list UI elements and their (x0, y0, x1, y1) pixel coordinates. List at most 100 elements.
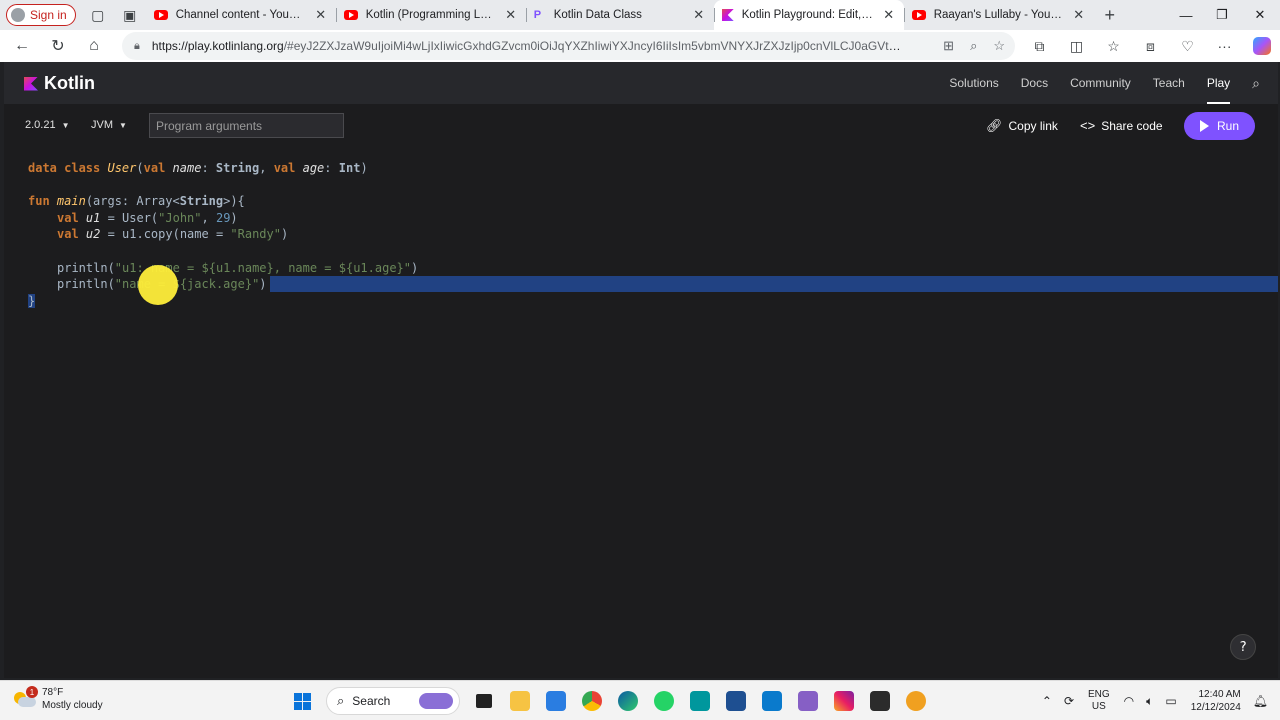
back-icon[interactable]: ← (4, 30, 40, 62)
close-window-icon[interactable]: ✕ (1242, 0, 1278, 30)
platform-value: JVM (91, 119, 113, 131)
clock-date: 12/12/2024 (1190, 702, 1241, 713)
vscode-icon[interactable] (754, 681, 790, 720)
code-line-4: val u1 = User("John", 29) (57, 210, 238, 226)
collections-icon[interactable]: ⧈ (1132, 30, 1169, 62)
variable-name: u2 (85, 227, 101, 241)
tab-youtube-studio[interactable]: Channel content - YouTube Stu ✕ (146, 0, 336, 30)
tab-kotlin-playground[interactable]: Kotlin Playground: Edit, Run, Sh ✕ (713, 0, 904, 30)
run-label: Run (1216, 119, 1239, 133)
code-line-3: fun main(args: Array<String>){ (28, 193, 245, 209)
p-icon: P (533, 9, 542, 21)
microsoft-store-icon[interactable] (538, 681, 574, 720)
version-dropdown[interactable]: 2.0.21 ▼ (25, 119, 70, 131)
favorite-star-icon[interactable]: ☆ (993, 38, 1005, 54)
keyword: fun (28, 194, 57, 208)
tab-kotlin-data-class[interactable]: P Kotlin Data Class ✕ (525, 0, 714, 30)
nav-teach[interactable]: Teach (1153, 62, 1185, 104)
arduino-icon[interactable] (682, 681, 718, 720)
restore-icon[interactable]: ❐ (1204, 0, 1240, 30)
zoom-icon[interactable]: ⌕ (970, 38, 977, 54)
system-tray: ⌃ ⟳ ENG US ◠ 🔈︎ ▭ 12:40 AM 12/12/2024 🔔︎ (1036, 681, 1280, 720)
copy-link-button[interactable]: 🔗︎ Copy link (986, 118, 1058, 134)
share-code-button[interactable]: <> Share code (1080, 118, 1163, 133)
search-icon: ⌕ (337, 693, 345, 708)
app-available-icon[interactable]: ⊞ (943, 38, 954, 54)
program-arguments-input[interactable] (149, 113, 344, 138)
punct: , (201, 211, 216, 225)
close-tab-icon[interactable]: ✕ (882, 7, 896, 23)
nav-community[interactable]: Community (1070, 62, 1131, 104)
address-bar[interactable]: 🔒︎ https://play.kotlinlang.org/#eyJ2ZXJz… (122, 32, 1015, 60)
playground-controls: 2.0.21 ▼ JVM ▼ 🔗︎ Copy link <> Share cod… (4, 104, 1278, 148)
task-view-icon[interactable] (466, 681, 502, 720)
close-tab-icon[interactable]: ✕ (504, 7, 518, 23)
kotlin-icon (721, 9, 734, 21)
close-tab-icon[interactable]: ✕ (314, 7, 328, 23)
browser-essentials-icon[interactable]: ♡ (1169, 30, 1206, 62)
punct: ( (136, 161, 144, 175)
help-button[interactable]: ? (1230, 634, 1256, 660)
nav-solutions[interactable]: Solutions (949, 62, 998, 104)
whatsapp-icon[interactable] (646, 681, 682, 720)
clock-time: 12:40 AM (1198, 689, 1241, 700)
tab-strip: Sign in ▢ ▣ Channel content - YouTube St… (0, 0, 1280, 30)
home-icon[interactable]: ⌂ (76, 30, 112, 62)
tab-actions-icon[interactable]: ▣ (114, 0, 146, 30)
visual-studio-icon[interactable] (790, 681, 826, 720)
split-screen-icon[interactable]: ◫ (1058, 30, 1095, 62)
wifi-icon[interactable]: ◠ (1118, 694, 1140, 708)
keyword: val (57, 211, 86, 225)
windows-start-icon[interactable] (284, 681, 320, 720)
code-editor[interactable]: data class User(val name: String, val ag… (4, 148, 1278, 678)
nav-play[interactable]: Play (1206, 62, 1231, 104)
terminal-icon[interactable] (862, 681, 898, 720)
reload-icon[interactable]: ↻ (40, 30, 76, 62)
string-literal: "name = ${jack.age}" (114, 277, 260, 291)
chrome-icon[interactable] (574, 681, 610, 720)
favorites-icon[interactable]: ☆ (1095, 30, 1132, 62)
share-code-label: Share code (1101, 118, 1163, 133)
notification-bell-icon[interactable]: 🔔︎ (1249, 694, 1280, 708)
tab-raayans-lullaby[interactable]: Raayan's Lullaby - YouTube ✕ (903, 0, 1094, 30)
clock[interactable]: 12:40 AM 12/12/2024 (1183, 688, 1249, 714)
kotlin-logo[interactable]: Kotlin (24, 73, 95, 94)
instagram-icon[interactable] (826, 681, 862, 720)
sync-icon[interactable]: ⟳ (1058, 694, 1080, 708)
tab-kotlin-language[interactable]: Kotlin (Programming Language ✕ (335, 0, 526, 30)
number-literal: 29 (215, 211, 231, 225)
minimize-icon[interactable]: — (1168, 0, 1204, 30)
close-tab-icon[interactable]: ✕ (1072, 7, 1086, 23)
file-explorer-icon[interactable] (502, 681, 538, 720)
punct: ) (230, 211, 238, 225)
platform-dropdown[interactable]: JVM ▼ (91, 119, 127, 131)
search-highlight-icon (419, 693, 453, 709)
weather-temp: 78°F (42, 687, 64, 698)
edge-icon[interactable] (610, 681, 646, 720)
url-text[interactable]: https://play.kotlinlang.org/#eyJ2ZXJzaW9… (152, 39, 902, 53)
search-icon[interactable]: ⌕ (1252, 75, 1260, 92)
code-text: = u1.copy(name = (100, 227, 231, 241)
copilot-icon[interactable] (1243, 30, 1280, 62)
workspaces-icon[interactable]: ▢ (82, 0, 114, 30)
lock-icon[interactable]: 🔒︎ (134, 40, 140, 53)
language-indicator[interactable]: ENG US (1080, 689, 1118, 713)
battery-icon[interactable]: ▭ (1159, 694, 1182, 708)
extensions-icon[interactable]: ⧉ (1021, 30, 1058, 62)
sign-in-button[interactable]: Sign in (6, 4, 76, 26)
new-tab-icon[interactable]: + (1094, 0, 1126, 30)
taskbar-search[interactable]: ⌕ Search (326, 687, 460, 715)
kotlin-header: Kotlin Solutions Docs Community Teach Pl… (4, 62, 1278, 104)
remote-app-icon[interactable] (718, 681, 754, 720)
close-tab-icon[interactable]: ✕ (692, 7, 706, 23)
run-button[interactable]: Run (1184, 112, 1255, 140)
type-name: String (215, 161, 260, 175)
weather-widget[interactable]: 1 78°F Mostly cloudy (14, 686, 103, 712)
taskbar: 1 78°F Mostly cloudy ⌕ Search ⌃ ⟳ ENG US… (0, 680, 1280, 720)
more-options-icon[interactable]: ··· (1206, 30, 1243, 62)
show-hidden-icons-icon[interactable]: ⌃ (1036, 694, 1058, 708)
nav-docs[interactable]: Docs (1021, 62, 1048, 104)
tab-title: Kotlin Data Class (553, 9, 642, 21)
volume-icon[interactable]: 🔈︎ (1140, 694, 1159, 709)
media-player-icon[interactable] (898, 681, 934, 720)
